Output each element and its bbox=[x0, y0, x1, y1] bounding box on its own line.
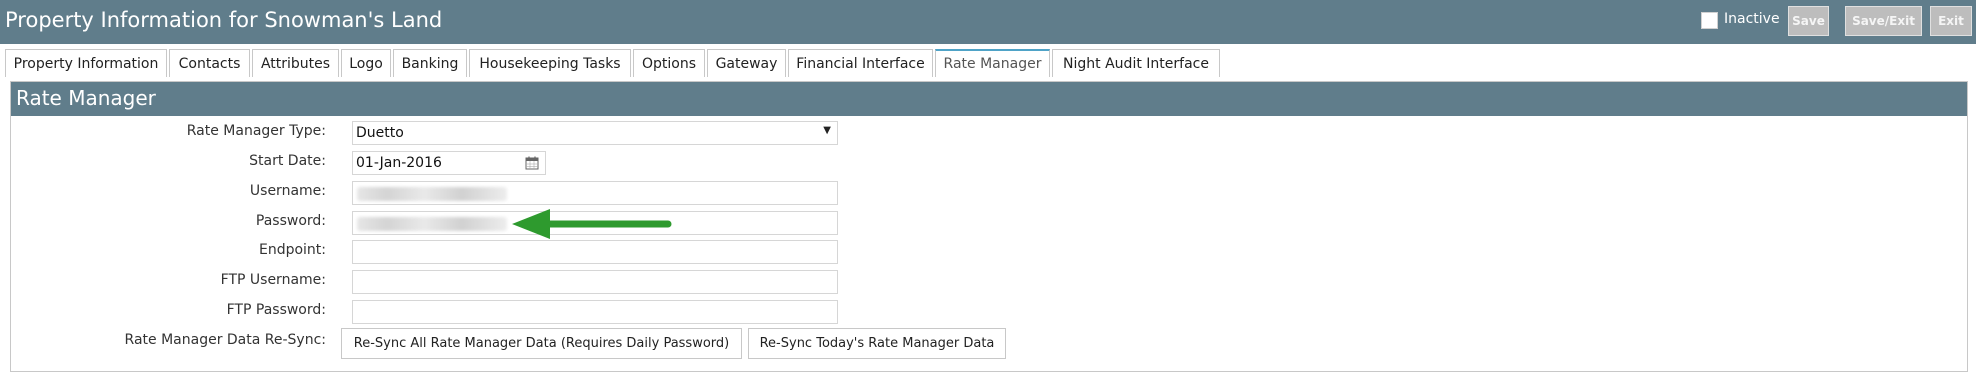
tab-financial-interface[interactable]: Financial Interface bbox=[788, 49, 933, 77]
chevron-down-icon: ▼ bbox=[823, 125, 831, 136]
inactive-label: Inactive bbox=[1724, 11, 1780, 27]
tab-banking[interactable]: Banking bbox=[393, 49, 467, 77]
resync-all-button[interactable]: Re-Sync All Rate Manager Data (Requires … bbox=[341, 328, 742, 359]
ftp-username-field[interactable] bbox=[352, 270, 838, 294]
username-field[interactable] bbox=[352, 181, 838, 205]
tab-logo[interactable]: Logo bbox=[341, 49, 391, 77]
start-date-value: 01-Jan-2016 bbox=[356, 155, 442, 171]
tab-property-information[interactable]: Property Information bbox=[5, 49, 167, 77]
rate-manager-type-value: Duetto bbox=[356, 125, 404, 141]
redacted-value bbox=[357, 187, 507, 201]
start-date-field[interactable]: 01-Jan-2016 bbox=[352, 151, 546, 175]
tab-attributes[interactable]: Attributes bbox=[252, 49, 339, 77]
tab-contacts[interactable]: Contacts bbox=[169, 49, 250, 77]
exit-button[interactable]: Exit bbox=[1930, 6, 1972, 36]
start-date-label: Start Date: bbox=[249, 153, 326, 169]
endpoint-label: Endpoint: bbox=[258, 242, 326, 258]
calendar-icon[interactable] bbox=[525, 156, 539, 170]
tab-night-audit-interface[interactable]: Night Audit Interface bbox=[1052, 49, 1220, 77]
resync-label: Rate Manager Data Re-Sync: bbox=[124, 332, 326, 348]
ftp-password-label: FTP Password: bbox=[226, 302, 326, 318]
tab-housekeeping-tasks[interactable]: Housekeeping Tasks bbox=[469, 49, 631, 77]
page-title: Property Information for Snowman's Land bbox=[5, 8, 443, 32]
ftp-password-field[interactable] bbox=[352, 300, 838, 324]
annotation-arrow-icon bbox=[512, 209, 672, 239]
panel-title: Rate Manager bbox=[16, 86, 156, 110]
tab-rate-manager[interactable]: Rate Manager bbox=[935, 49, 1050, 77]
ftp-username-label: FTP Username: bbox=[220, 272, 326, 288]
save-button[interactable]: Save bbox=[1788, 6, 1829, 36]
endpoint-field[interactable] bbox=[352, 240, 838, 264]
title-bar: Property Information for Snowman's Land … bbox=[0, 0, 1976, 44]
rate-manager-type-select[interactable]: Duetto ▼ bbox=[352, 121, 838, 145]
save-exit-button[interactable]: Save/Exit bbox=[1845, 6, 1922, 36]
inactive-checkbox[interactable] bbox=[1701, 12, 1718, 29]
password-label: Password: bbox=[255, 213, 326, 229]
rate-manager-type-label: Rate Manager Type: bbox=[186, 123, 326, 139]
resync-today-button[interactable]: Re-Sync Today's Rate Manager Data bbox=[748, 328, 1006, 359]
tab-options[interactable]: Options bbox=[633, 49, 705, 77]
redacted-value bbox=[357, 217, 507, 231]
tab-gateway[interactable]: Gateway bbox=[707, 49, 786, 77]
username-label: Username: bbox=[249, 183, 326, 199]
panel-header: Rate Manager bbox=[11, 82, 1967, 116]
